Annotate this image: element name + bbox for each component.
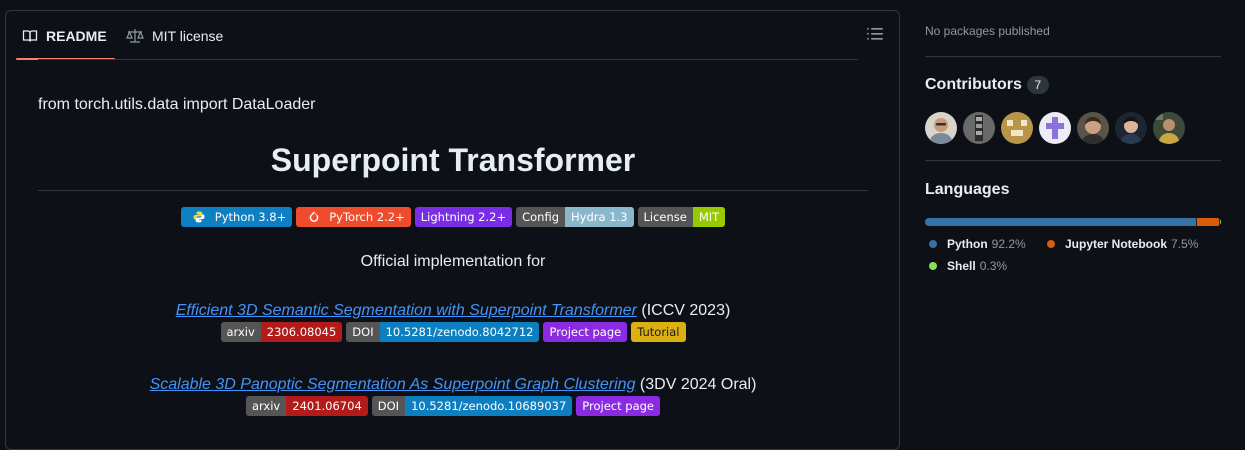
- config-badge-label: Config: [516, 207, 566, 227]
- contributor-avatars: [925, 112, 1185, 144]
- python-badge-text: Python 3.8+: [214, 210, 287, 224]
- paper-1-doi-badge[interactable]: DOI 10.5281/zenodo.8042712: [346, 322, 540, 342]
- language-bar-python: [925, 218, 1197, 226]
- language-bar-shell: [1220, 218, 1221, 226]
- tab-readme[interactable]: README: [16, 11, 115, 60]
- license-badge[interactable]: License MIT: [637, 207, 726, 227]
- jupyter-dot: [1047, 240, 1055, 248]
- book-icon: [22, 28, 38, 44]
- language-python[interactable]: Python 92.2%: [929, 237, 1026, 251]
- sidebar-divider: [925, 160, 1221, 161]
- arxiv-label: arxiv: [245, 396, 287, 416]
- config-badge-value: Hydra 1.3: [565, 207, 634, 227]
- tab-license[interactable]: MIT license: [126, 11, 223, 60]
- paper-1-link[interactable]: Efficient 3D Semantic Segmentation with …: [176, 302, 637, 319]
- paper-2: Scalable 3D Panoptic Segmentation As Sup…: [38, 376, 868, 394]
- language-name: Jupyter Notebook: [1065, 237, 1168, 251]
- language-percent: 0.3%: [979, 259, 1008, 273]
- paper-2-venue: (3DV 2024 Oral): [635, 376, 757, 393]
- language-bar-jupyter: [1197, 218, 1220, 226]
- paper-2-badges: arxiv 2401.06704 DOI 10.5281/zenodo.1068…: [38, 396, 868, 416]
- list-icon: [867, 27, 883, 46]
- paper-1-venue: (ICCV 2023): [636, 302, 731, 319]
- paper-1-tutorial-badge[interactable]: Tutorial: [631, 322, 686, 342]
- license-badge-label: License: [637, 207, 693, 227]
- contributors-title: Contributors: [925, 76, 1022, 93]
- doi-label: DOI: [371, 396, 406, 416]
- shell-dot: [929, 262, 937, 270]
- tech-badges: Python 3.8+ PyTorch 2.2+ Lightning 2.2+ …: [38, 207, 868, 227]
- readme-tabs: README MIT license: [6, 11, 899, 60]
- languages-heading: Languages: [925, 181, 1009, 199]
- python-dot: [929, 240, 937, 248]
- arxiv-id: 2306.08045: [260, 322, 343, 342]
- tab-readme-label: README: [46, 27, 107, 44]
- avatar[interactable]: [1039, 112, 1071, 144]
- project-page-text: Project page: [543, 322, 628, 342]
- arxiv-label: arxiv: [220, 322, 261, 342]
- config-badge[interactable]: Config Hydra 1.3: [516, 207, 634, 227]
- pytorch-icon: [302, 211, 325, 223]
- doi-value: 10.5281/zenodo.8042712: [379, 322, 540, 342]
- title-rule: [38, 190, 868, 191]
- sidebar-divider: [925, 56, 1221, 57]
- python-icon: [187, 211, 211, 223]
- language-jupyter-notebook[interactable]: Jupyter Notebook 7.5%: [1047, 237, 1198, 251]
- paper-1-arxiv-badge[interactable]: arxiv 2306.08045: [220, 322, 343, 342]
- doi-value: 10.5281/zenodo.10689037: [405, 396, 573, 416]
- language-shell[interactable]: Shell 0.3%: [929, 259, 1007, 273]
- paper-1-project-badge[interactable]: Project page: [543, 322, 628, 342]
- code-line: from torch.utils.data import DataLoader: [38, 96, 316, 113]
- language-percent: 7.5%: [1171, 237, 1199, 251]
- readme-title: Superpoint Transformer: [270, 142, 636, 178]
- avatar[interactable]: [925, 112, 957, 144]
- language-name: Shell: [947, 259, 976, 273]
- paper-2-arxiv-badge[interactable]: arxiv 2401.06704: [245, 396, 368, 416]
- lightning-badge-text: Lightning 2.2+: [414, 207, 513, 227]
- avatar[interactable]: [1115, 112, 1147, 144]
- languages-title: Languages: [925, 181, 1010, 198]
- contributors-count: 7: [1026, 76, 1049, 94]
- lightning-badge[interactable]: Lightning 2.2+: [414, 207, 513, 227]
- doi-label: DOI: [346, 322, 380, 342]
- outline-button[interactable]: [864, 25, 886, 47]
- tab-license-label: MIT license: [152, 27, 224, 44]
- avatar[interactable]: [1001, 112, 1033, 144]
- official-text: Official implementation for: [360, 253, 546, 270]
- avatar[interactable]: [963, 112, 995, 144]
- paper-2-doi-badge[interactable]: DOI 10.5281/zenodo.10689037: [371, 396, 573, 416]
- avatar[interactable]: [1153, 112, 1185, 144]
- language-bar: [925, 218, 1221, 226]
- project-page-text: Project page: [576, 396, 661, 416]
- language-percent: 92.2%: [991, 237, 1026, 251]
- paper-2-link[interactable]: Scalable 3D Panoptic Segmentation As Sup…: [150, 376, 636, 393]
- paper-1: Efficient 3D Semantic Segmentation with …: [38, 302, 868, 320]
- no-packages-text: No packages published: [925, 24, 1050, 38]
- pytorch-badge-text: PyTorch 2.2+: [329, 210, 405, 224]
- readme-panel: README MIT license from torch.utils.data…: [5, 10, 900, 450]
- paper-1-badges: arxiv 2306.08045 DOI 10.5281/zenodo.8042…: [38, 322, 868, 342]
- pytorch-badge[interactable]: PyTorch 2.2+: [296, 207, 411, 227]
- arxiv-id: 2401.06704: [286, 396, 368, 416]
- paper-2-project-badge[interactable]: Project page: [576, 396, 661, 416]
- contributors-heading[interactable]: Contributors 7: [925, 76, 1049, 94]
- avatar[interactable]: [1077, 112, 1109, 144]
- tabs-divider: [38, 59, 858, 60]
- tutorial-text: Tutorial: [631, 322, 686, 342]
- license-badge-value: MIT: [692, 207, 726, 227]
- law-icon: [126, 28, 144, 44]
- language-name: Python: [947, 237, 988, 251]
- python-badge[interactable]: Python 3.8+: [180, 207, 293, 227]
